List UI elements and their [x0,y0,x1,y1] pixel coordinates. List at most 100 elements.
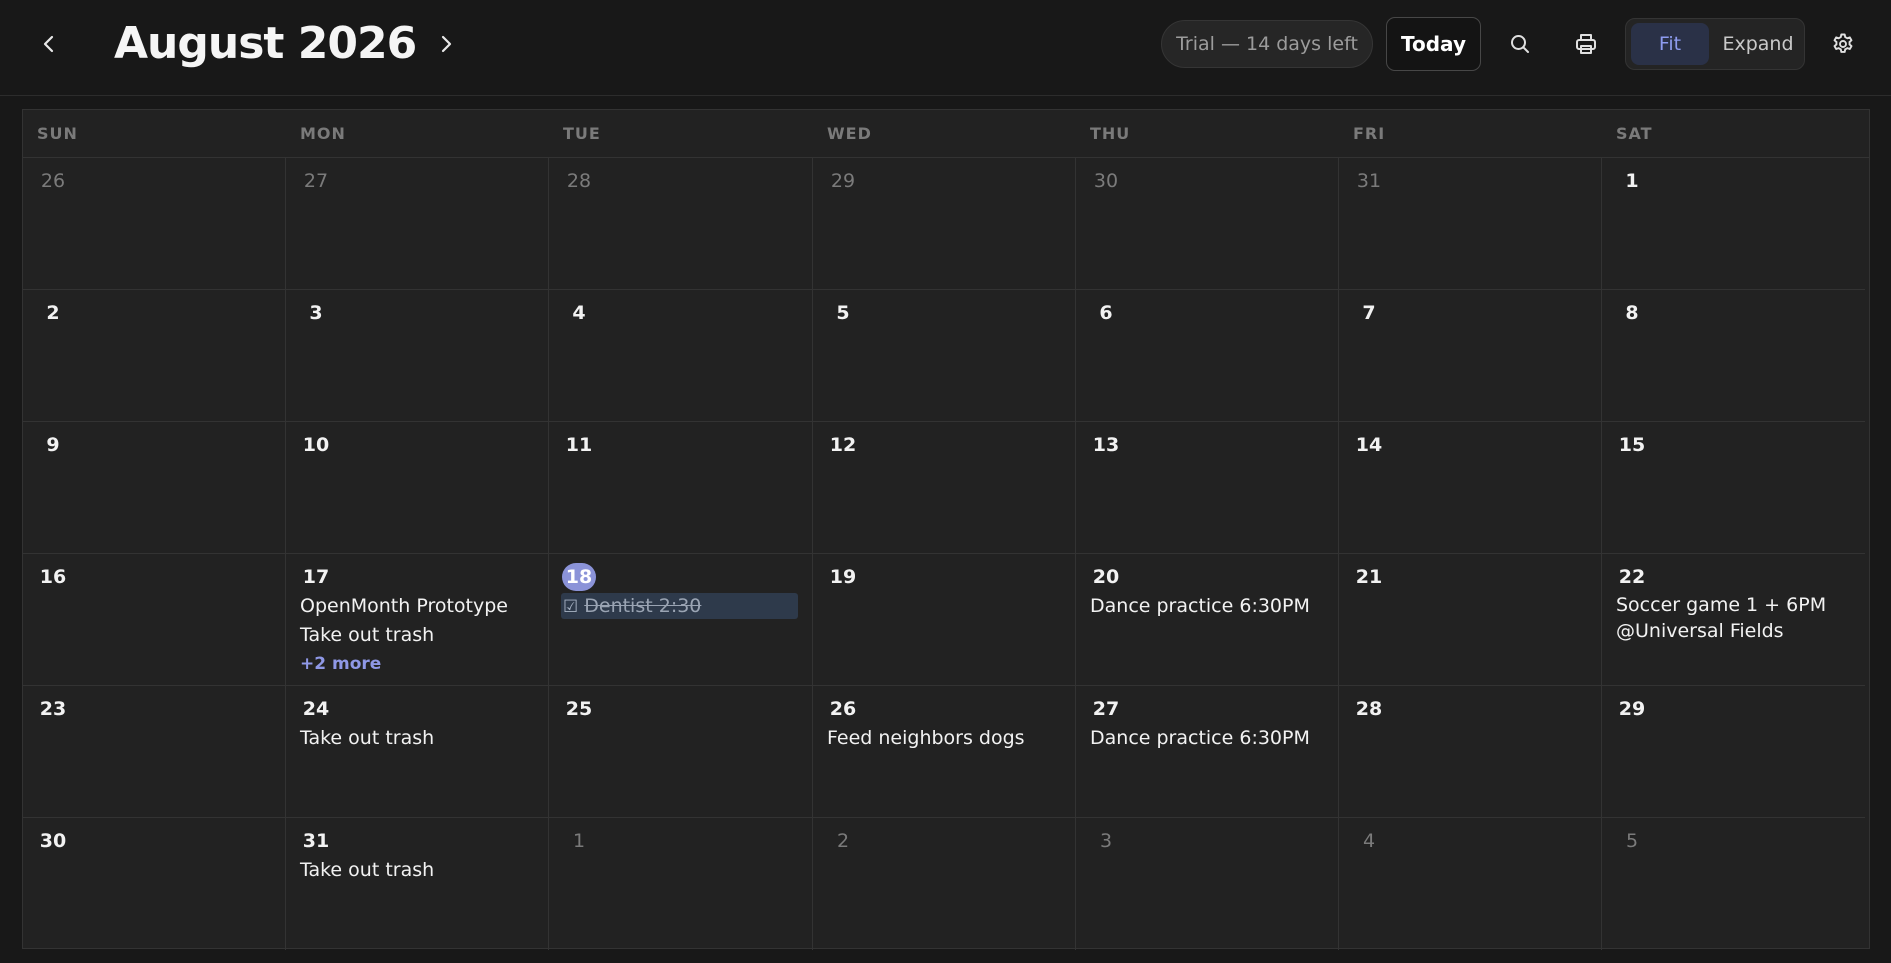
chevron-left-icon [43,35,54,53]
gear-icon [1833,33,1853,53]
weekday-label: WED [827,124,872,143]
day-number: 11 [565,434,593,456]
weekday-header-row: SUN MON TUE WED THU FRI SAT [23,110,1869,158]
month-title: August 2026 [114,18,417,69]
day-number: 27 [1092,698,1120,720]
day-cell[interactable]: 25 [549,686,813,818]
today-day-number: 18 [562,563,596,591]
day-number: 15 [1618,434,1646,456]
day-cell[interactable]: 26 Feed neighbors dogs [813,686,1076,818]
event-item[interactable]: Dance practice 6:30PM [1090,724,1326,753]
day-number: 10 [302,434,330,456]
day-cell[interactable]: 13 [1076,422,1339,554]
day-cell[interactable]: 5 [813,290,1076,422]
day-cell[interactable]: 22 Soccer game 1 + 6PM @Universal Fields [1602,554,1865,686]
day-number: 25 [565,698,593,720]
view-mode-toggle: Fit Expand [1625,18,1805,70]
prev-month-button[interactable] [27,22,71,66]
event-list: Dance practice 6:30PM [1090,592,1326,621]
search-button[interactable] [1498,22,1542,66]
day-cell[interactable]: 16 [23,554,286,686]
day-cell[interactable]: 5 [1602,818,1865,950]
event-item[interactable]: Take out trash [300,621,536,650]
day-cell[interactable]: 28 [1339,686,1602,818]
day-cell[interactable]: 6 [1076,290,1339,422]
day-cell[interactable]: 27 Dance practice 6:30PM [1076,686,1339,818]
day-cell[interactable]: 28 [549,158,813,290]
day-cell[interactable]: 11 [549,422,813,554]
search-icon [1511,35,1529,53]
day-number: 26 [829,698,857,720]
trial-badge[interactable]: Trial — 14 days left [1161,20,1373,68]
day-cell[interactable]: 27 [286,158,549,290]
day-cell[interactable]: 15 [1602,422,1865,554]
day-cell[interactable]: 20 Dance practice 6:30PM [1076,554,1339,686]
event-item[interactable]: Feed neighbors dogs [827,724,1063,753]
day-cell[interactable]: 26 [23,158,286,290]
day-cell[interactable]: 2 [813,818,1076,950]
day-cell[interactable]: 31 [1339,158,1602,290]
event-item[interactable]: Take out trash [300,856,536,885]
view-expand-button[interactable]: Expand [1716,23,1800,65]
view-fit-button[interactable]: Fit [1631,23,1709,65]
day-cell[interactable]: 1 [1602,158,1865,290]
day-cell[interactable]: 4 [1339,818,1602,950]
day-cell[interactable]: 21 [1339,554,1602,686]
day-cell[interactable]: 23 [23,686,286,818]
day-cell[interactable]: 10 [286,422,549,554]
day-number: 5 [1625,830,1639,852]
chevron-right-icon [441,35,452,53]
day-cell[interactable]: 4 [549,290,813,422]
task-label: Dentist 2:30 [584,595,702,617]
day-cell[interactable]: 30 [23,818,286,950]
event-item[interactable]: OpenMonth Prototype [300,592,536,621]
day-cell[interactable]: 12 [813,422,1076,554]
day-cell[interactable]: 2 [23,290,286,422]
day-number: 3 [1099,830,1113,852]
day-cell[interactable]: 29 [813,158,1076,290]
day-cell[interactable]: 9 [23,422,286,554]
day-number: 4 [1362,830,1376,852]
day-cell[interactable]: 14 [1339,422,1602,554]
next-month-button[interactable] [424,22,468,66]
day-number: 3 [309,302,323,324]
day-number: 20 [1092,566,1120,588]
weekday-label: SUN [37,124,78,143]
event-item[interactable]: Dance practice 6:30PM [1090,592,1326,621]
day-cell[interactable]: 8 [1602,290,1865,422]
weekday-label: TUE [563,124,601,143]
day-number: 31 [1356,170,1382,192]
day-number: 28 [566,170,592,192]
event-item[interactable]: Take out trash [300,724,536,753]
day-cell[interactable]: 30 [1076,158,1339,290]
weekday-label: THU [1090,124,1131,143]
event-item[interactable]: Soccer game 1 + 6PM @Universal Fields [1616,592,1853,644]
day-cell[interactable]: 19 [813,554,1076,686]
day-number: 26 [40,170,66,192]
day-number: 30 [39,830,67,852]
calendar-header: August 2026 Trial — 14 days left Today F… [0,0,1891,96]
event-list: ☑ Dentist 2:30 [561,592,800,619]
today-button[interactable]: Today [1386,17,1481,71]
day-number: 17 [302,566,330,588]
day-cell[interactable]: 17 OpenMonth Prototype Take out trash +2 mo… [286,554,549,686]
more-events-link[interactable]: +2 more [300,650,536,679]
day-cell[interactable]: 24 Take out trash [286,686,549,818]
event-list: Dance practice 6:30PM [1090,724,1326,753]
day-cell[interactable]: 29 [1602,686,1865,818]
day-number: 31 [302,830,330,852]
day-cell[interactable]: 31 Take out trash [286,818,549,950]
checkbox-checked-icon[interactable]: ☑ [563,597,578,617]
day-cell[interactable]: 7 [1339,290,1602,422]
weekday-label: FRI [1353,124,1386,143]
day-number: 19 [829,566,857,588]
day-cell[interactable]: 18 ☑ Dentist 2:30 [549,554,813,686]
day-cell[interactable]: 3 [1076,818,1339,950]
day-number: 21 [1355,566,1383,588]
print-button[interactable] [1564,22,1608,66]
day-cell[interactable]: 1 [549,818,813,950]
day-number: 6 [1099,302,1113,324]
settings-button[interactable] [1821,22,1865,66]
task-item[interactable]: ☑ Dentist 2:30 [561,593,798,619]
day-cell[interactable]: 3 [286,290,549,422]
